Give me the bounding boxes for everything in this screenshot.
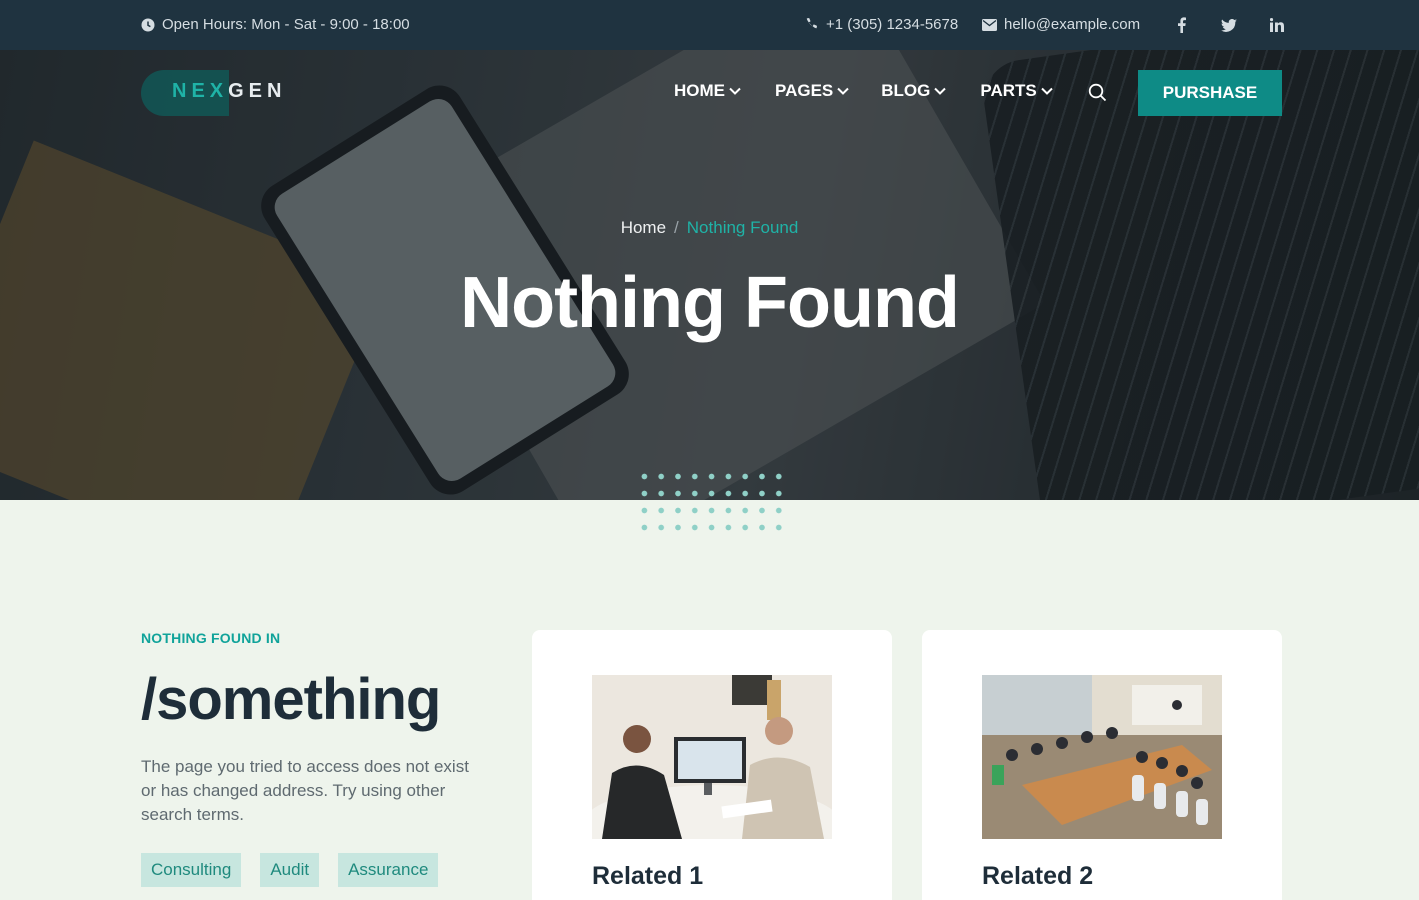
nav-item-blog[interactable]: BLOG [881,81,947,101]
breadcrumb-home[interactable]: Home [621,218,666,237]
section-eyebrow: NOTHING FOUND IN [141,630,281,646]
related-title[interactable]: Related 1 [592,862,703,891]
nav-item-home[interactable]: HOME [674,81,741,101]
nav-item-label: HOME [674,81,725,100]
chevron-down-icon [729,87,741,95]
email-address: hello@example.com [1004,16,1141,33]
nav-item-label: PAGES [775,81,834,100]
open-hours-text: Open Hours: Mon - Sat - 9:00 - 18:00 [162,16,410,33]
phone-icon [804,17,819,32]
site-logo[interactable]: NEXGEN [141,70,291,116]
facebook-icon[interactable] [1168,14,1194,36]
chevron-down-icon [1041,87,1053,95]
breadcrumb-separator: / [674,218,679,237]
twitter-icon[interactable] [1216,14,1242,36]
chevron-down-icon [934,87,947,95]
phone-number: +1 (305) 1234-5678 [826,16,959,33]
clock-icon [141,18,155,32]
social-links [1168,14,1290,36]
tag-audit[interactable]: Audit [260,853,320,887]
chevron-down-icon [837,87,849,95]
decorative-dots [636,468,786,532]
tag-consulting[interactable]: Consulting [141,853,242,887]
related-card[interactable]: Related 2 [922,630,1282,900]
nav-item-label: BLOG [881,81,931,100]
linkedin-icon[interactable] [1264,14,1290,36]
open-hours: Open Hours: Mon - Sat - 9:00 - 18:00 [141,16,410,33]
email-contact[interactable]: hello@example.com [982,16,1140,33]
tag-assurance[interactable]: Assurance [338,853,439,887]
nav-menu: HOME PAGES BLOG PARTS [674,81,1087,101]
related-image[interactable] [592,675,832,839]
related-card[interactable]: Related 1 [532,630,892,900]
breadcrumb: Home / Nothing Found [0,218,1419,238]
requested-path: /something [141,667,441,732]
main-navigation: NEXGEN HOME PAGES BLOG PARTS PURSHASE [0,50,1419,134]
tag-list: Consulting Audit Assurance [141,853,481,887]
search-icon[interactable] [1088,83,1107,107]
logo-text-part1: NEX [172,80,229,102]
page-title: Nothing Found [460,263,960,343]
not-found-description: The page you tried to access does not ex… [141,757,469,824]
envelope-icon [982,18,997,31]
logo-text: NEXGEN [172,80,286,103]
top-info-bar: Open Hours: Mon - Sat - 9:00 - 18:00 +1 … [0,0,1419,50]
phone-contact[interactable]: +1 (305) 1234-5678 [804,16,958,33]
not-found-info: NOTHING FOUND IN /something The page you… [141,630,481,887]
purchase-button[interactable]: PURSHASE [1138,70,1282,116]
nav-item-pages[interactable]: PAGES [775,81,849,101]
related-title[interactable]: Related 2 [982,862,1093,891]
logo-text-part2: GEN [228,80,287,102]
related-image[interactable] [982,675,1222,839]
nav-item-parts[interactable]: PARTS [980,81,1053,101]
breadcrumb-current: Nothing Found [686,218,799,237]
nav-item-label: PARTS [980,81,1037,100]
